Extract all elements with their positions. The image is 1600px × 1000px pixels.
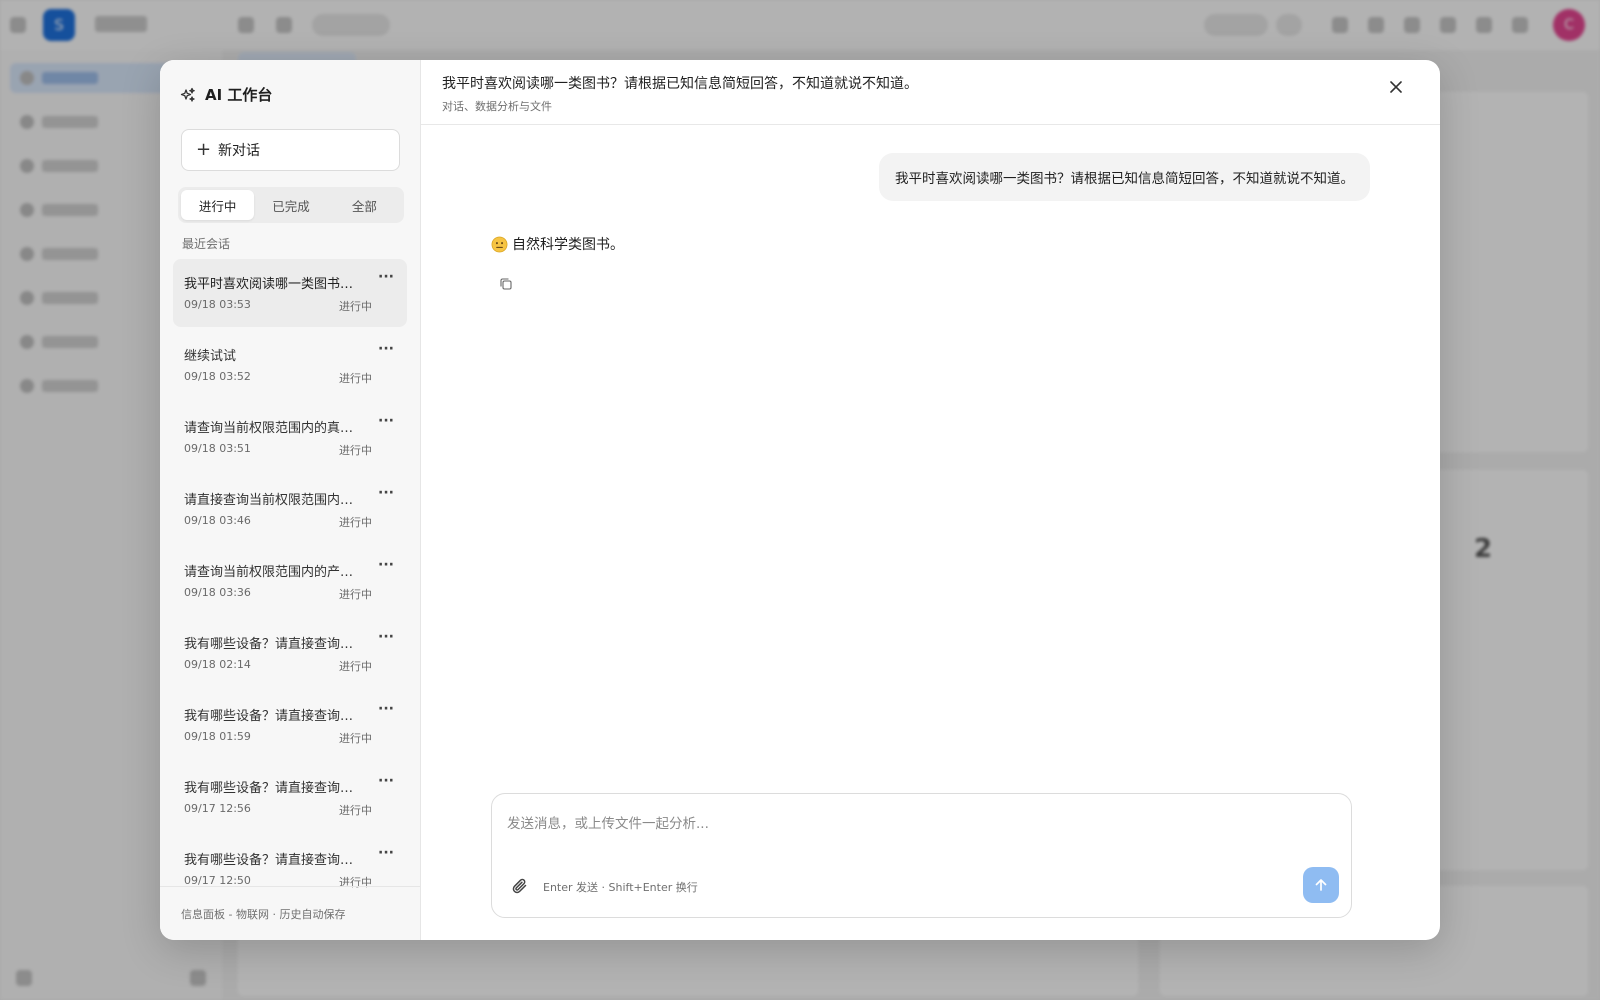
more-options-icon[interactable]: ··· [376, 630, 396, 649]
more-options-icon[interactable]: ··· [376, 414, 396, 433]
workbench-title: AI 工作台 [205, 86, 273, 104]
conversation-title: 我平时喜欢阅读哪一类图书？请根据已知信息简短回答，不知道就说不知道。 [184, 277, 364, 292]
conversation-list[interactable]: 我平时喜欢阅读哪一类图书？请根据已知信息简短回答，不知道就说不知道。 ··· 0… [173, 259, 409, 889]
conversation-time: 09/18 03:51 [184, 442, 251, 455]
sidebar-footer: 信息面板 - 物联网 · 历史自动保存 [160, 886, 421, 940]
chat-header: 我平时喜欢阅读哪一类图书？请根据已知信息简短回答，不知道就说不知道。 对话、数据… [421, 60, 1440, 125]
conversation-item[interactable]: 请查询当前权限范围内的真实数据 ··· 09/18 03:51 进行中 [173, 403, 407, 471]
conversation-time: 09/18 03:52 [184, 370, 251, 383]
conversation-time: 09/18 03:53 [184, 298, 251, 311]
conversation-item[interactable]: 我平时喜欢阅读哪一类图书？请根据已知信息简短回答，不知道就说不知道。 ··· 0… [173, 259, 407, 327]
conversation-status: 进行中 [339, 372, 372, 385]
composer-hint: Enter 发送 · Shift+Enter 换行 [543, 881, 698, 894]
more-options-icon[interactable]: ··· [376, 270, 396, 289]
conversation-title: 继续试试 [184, 349, 237, 364]
filter-tab-completed[interactable]: 已完成 [254, 190, 327, 220]
neutral-face-icon [491, 236, 508, 252]
chat-subtitle: 对话、数据分析与文件 [442, 100, 552, 113]
more-options-icon[interactable]: ··· [376, 558, 396, 577]
conversation-item[interactable]: 继续试试 ··· 09/18 03:52 进行中 [173, 331, 407, 399]
conversation-title: 我有哪些设备？请直接查询当前权限 [184, 709, 364, 724]
footer-text: 信息面板 - 物联网 · 历史自动保存 [181, 908, 346, 921]
conversation-sidebar: AI 工作台 + 新对话 进行中 已完成 全部 最近会话 我平时喜欢阅读哪一类图… [160, 60, 421, 940]
conversation-status: 进行中 [339, 444, 372, 457]
more-options-icon[interactable]: ··· [376, 846, 396, 865]
more-options-icon[interactable]: ··· [376, 702, 396, 721]
conversation-time: 09/18 01:59 [184, 730, 251, 743]
copy-icon[interactable] [498, 276, 514, 292]
send-button[interactable] [1303, 867, 1339, 903]
conversation-status: 进行中 [339, 732, 372, 745]
conversation-status: 进行中 [339, 804, 372, 817]
more-options-icon[interactable]: ··· [376, 774, 396, 793]
conversation-item[interactable]: 我有哪些设备？请直接查询当前权限 ··· 09/17 12:50 进行中 [173, 835, 407, 889]
new-chat-label: 新对话 [218, 143, 260, 159]
conversation-item[interactable]: 我有哪些设备？请直接查询当前权限 ··· 09/18 01:59 进行中 [173, 691, 407, 759]
plus-icon: + [196, 139, 212, 160]
conversation-time: 09/18 03:36 [184, 586, 251, 599]
more-options-icon[interactable]: ··· [376, 342, 396, 361]
conversation-status: 进行中 [339, 516, 372, 529]
recent-conversations-label: 最近会话 [182, 237, 231, 251]
conversation-item[interactable]: 我有哪些设备？请直接查询当前权限 ··· 09/18 02:14 进行中 [173, 619, 407, 687]
user-message: 我平时喜欢阅读哪一类图书？请根据已知信息简短回答，不知道就说不知道。 [879, 153, 1370, 201]
conversation-item[interactable]: 请查询当前权限范围内的产品数据 ··· 09/18 03:36 进行中 [173, 547, 407, 615]
arrow-up-icon [1315, 879, 1327, 891]
chat-title: 我平时喜欢阅读哪一类图书？请根据已知信息简短回答，不知道就说不知道。 [442, 76, 918, 92]
conversation-time: 09/18 03:46 [184, 514, 251, 527]
paperclip-icon[interactable] [510, 876, 530, 896]
conversation-title: 我有哪些设备？请直接查询当前权限 [184, 781, 364, 796]
workbench-header: AI 工作台 [180, 84, 272, 105]
conversation-time: 09/18 02:14 [184, 658, 251, 671]
conversation-title: 请查询当前权限范围内的产品数据 [184, 565, 364, 580]
filter-tab-active[interactable]: 进行中 [181, 190, 255, 220]
chat-pane: 我平时喜欢阅读哪一类图书？请根据已知信息简短回答，不知道就说不知道。 对话、数据… [421, 60, 1440, 940]
assistant-message: 自然科学类图书。 [491, 234, 624, 254]
conversation-time: 09/17 12:56 [184, 802, 251, 815]
conversation-title: 请直接查询当前权限范围内的数据 [184, 493, 364, 508]
more-options-icon[interactable]: ··· [376, 486, 396, 505]
conversation-status: 进行中 [339, 588, 372, 601]
ai-workbench-modal: AI 工作台 + 新对话 进行中 已完成 全部 最近会话 我平时喜欢阅读哪一类图… [160, 60, 1440, 940]
close-icon[interactable] [1384, 75, 1408, 99]
sparkles-icon [180, 87, 195, 102]
conversation-item[interactable]: 我有哪些设备？请直接查询当前权限 ··· 09/17 12:56 进行中 [173, 763, 407, 831]
conversation-status: 进行中 [339, 660, 372, 673]
new-chat-button[interactable]: + 新对话 [181, 129, 400, 171]
filter-tab-all[interactable]: 全部 [328, 190, 401, 220]
conversation-item[interactable]: 请直接查询当前权限范围内的数据 ··· 09/18 03:46 进行中 [173, 475, 407, 543]
message-composer: Enter 发送 · Shift+Enter 换行 [491, 793, 1352, 918]
assistant-message-text: 自然科学类图书。 [512, 237, 624, 253]
conversation-filter: 进行中 已完成 全部 [178, 187, 404, 223]
message-input[interactable] [507, 812, 1327, 852]
conversation-title: 我有哪些设备？请直接查询当前权限 [184, 637, 364, 652]
conversation-status: 进行中 [339, 300, 372, 313]
conversation-title: 请查询当前权限范围内的真实数据 [184, 421, 364, 436]
conversation-title: 我有哪些设备？请直接查询当前权限 [184, 853, 364, 868]
